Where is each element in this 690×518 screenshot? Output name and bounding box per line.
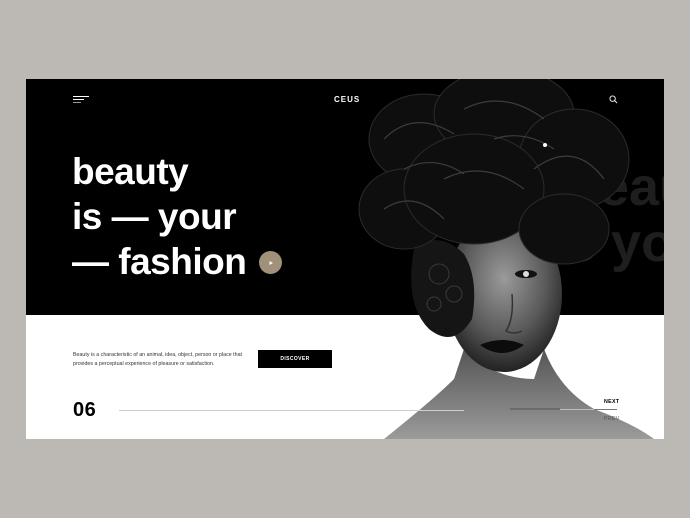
next-underline [594, 409, 617, 410]
slide-number: 06 [73, 399, 97, 421]
prev-button[interactable]: PREV [604, 416, 620, 422]
headline-line-3: — fashion [72, 241, 247, 282]
progress-track [119, 410, 464, 411]
headline-line-2: is — your [72, 196, 237, 237]
discover-button[interactable]: DISCOVER [258, 350, 332, 368]
hero-headline: beauty is — your — fashion [72, 149, 247, 284]
description-text: Beauty is a characteristic of an animal,… [73, 352, 243, 367]
portrait-image [358, 79, 654, 439]
play-icon [269, 260, 273, 265]
next-button[interactable]: NEXT [604, 399, 619, 405]
brand-logo[interactable]: CEUS [334, 95, 360, 104]
slide-indicator-dot [543, 143, 547, 147]
landing-page: beau s yo [26, 79, 664, 439]
search-icon[interactable] [609, 95, 618, 104]
hamburger-icon[interactable] [73, 96, 89, 104]
play-button[interactable] [259, 251, 282, 274]
headline-line-1: beauty [72, 151, 189, 192]
progress-active-segment [510, 408, 560, 410]
